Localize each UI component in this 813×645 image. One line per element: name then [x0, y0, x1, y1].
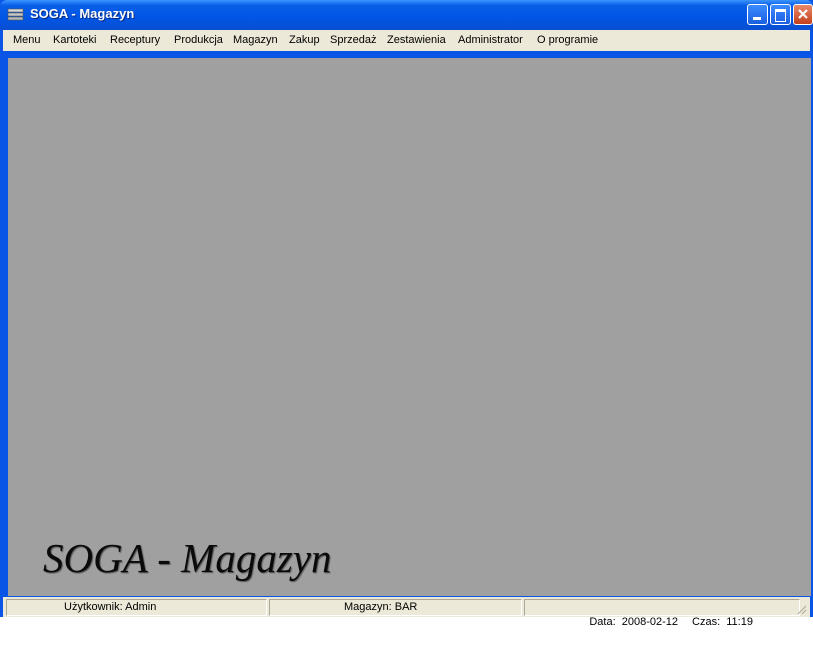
status-date-time: Data: 2008-02-12 Czas: 11:19	[524, 599, 800, 628]
menu-item-produkcja[interactable]: Produkcja	[174, 34, 223, 46]
resize-grip-icon[interactable]	[795, 603, 807, 615]
minimize-button[interactable]	[747, 4, 768, 25]
close-icon	[798, 9, 808, 19]
maximize-button[interactable]	[770, 4, 791, 25]
menu-bar: Menu Kartoteki Receptury Produkcja Magaz…	[3, 30, 810, 51]
status-time: Czas: 11:19	[692, 616, 753, 628]
status-user: Użytkownik: Admin	[6, 599, 267, 616]
menu-item-menu[interactable]: Menu	[13, 34, 41, 46]
window-title: SOGA - Magazyn	[30, 6, 135, 21]
minimize-icon	[753, 17, 761, 20]
status-date: Data: 2008-02-12	[589, 616, 679, 628]
menu-item-magazyn[interactable]: Magazyn	[233, 34, 278, 46]
mdi-workspace[interactable]	[8, 58, 811, 596]
menu-item-sprzedaz[interactable]: Sprzedaż	[330, 34, 376, 46]
status-warehouse: Magazyn: BAR	[269, 599, 522, 616]
menu-item-receptury[interactable]: Receptury	[110, 34, 160, 46]
title-bar[interactable]: SOGA - Magazyn	[0, 0, 813, 30]
maximize-icon	[775, 9, 786, 22]
menu-item-zakup[interactable]: Zakup	[289, 34, 320, 46]
status-bar: Użytkownik: Admin Magazyn: BAR Data: 200…	[3, 597, 810, 628]
close-button[interactable]	[793, 4, 813, 25]
menu-item-administrator[interactable]: Administrator	[458, 34, 523, 46]
workspace-logo-text: SOGA - Magazyn	[43, 535, 332, 581]
menu-item-zestawienia[interactable]: Zestawienia	[387, 34, 446, 46]
app-icon	[7, 8, 24, 21]
menu-item-o-programie[interactable]: O programie	[537, 34, 598, 46]
menu-item-kartoteki[interactable]: Kartoteki	[53, 34, 96, 46]
app-window: SOGA - Magazyn Menu Kartoteki Receptury …	[0, 0, 813, 628]
